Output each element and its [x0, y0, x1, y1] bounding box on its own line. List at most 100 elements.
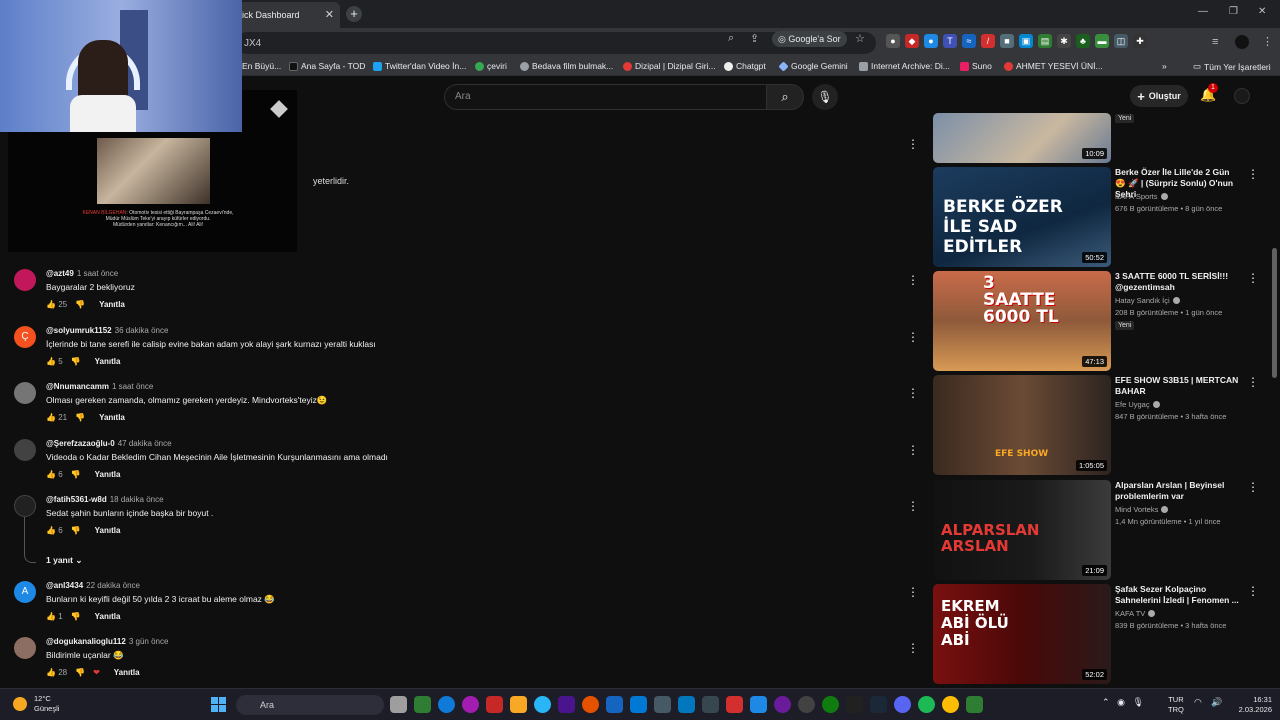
recommended-video[interactable]: EKREM ABİ ÖLÜ ABİ 52:02 Şafak Sezer Kolp… [933, 584, 1263, 684]
weather-widget[interactable]: 12°C Güneşli [34, 694, 59, 714]
video-menu-icon[interactable]: ⋮ [1247, 271, 1259, 285]
extension-icon[interactable]: ▣ [1019, 34, 1033, 48]
video-thumbnail[interactable]: EKREM ABİ ÖLÜ ABİ 52:02 [933, 584, 1111, 684]
comment-menu-icon[interactable]: ⋮ [907, 443, 919, 457]
app-icon[interactable] [750, 696, 767, 713]
extension-icon[interactable]: / [981, 34, 995, 48]
reply-button[interactable]: Yanıtla [95, 357, 121, 366]
comment-avatar[interactable] [14, 439, 36, 461]
comment-time[interactable]: 18 dakika önce [110, 495, 164, 504]
comment-time[interactable]: 1 saat önce [77, 269, 118, 278]
taskbar-search-input[interactable]: Ara [236, 695, 384, 715]
dislike-icon[interactable]: 👎 [71, 612, 81, 621]
recommended-video[interactable]: 3 SAATTE 6000 TL 47:13 3 SAATTE 6000 TL … [933, 271, 1263, 371]
new-tab-button[interactable]: + [346, 6, 362, 22]
dislike-icon[interactable]: 👎 [75, 300, 85, 309]
recommended-video[interactable]: 10:09 Yeni [933, 63, 1263, 163]
extension-icon[interactable]: ≈ [962, 34, 976, 48]
video-title[interactable]: EFE SHOW S3B15 | MERTCAN BAHAR [1115, 375, 1239, 397]
dislike-icon[interactable]: 👎 [71, 357, 81, 366]
like-icon[interactable]: 👍 [46, 300, 56, 309]
taskbar-clock[interactable]: 16:31 2.03.2026 [1232, 695, 1272, 715]
channel-name[interactable]: KAFA TV [1115, 609, 1156, 618]
dislike-icon[interactable]: 👎 [71, 526, 81, 535]
video-menu-icon[interactable]: ⋮ [1247, 167, 1259, 181]
comment-menu-icon[interactable]: ⋮ [907, 499, 919, 513]
channel-name[interactable]: Mind Vorteks [1115, 505, 1169, 514]
comment-menu-icon[interactable]: ⋮ [907, 330, 919, 344]
discord-icon[interactable] [894, 696, 911, 713]
extension-icon[interactable]: ● [886, 34, 900, 48]
wifi-icon[interactable]: ◠ [1194, 697, 1202, 708]
comment-menu-icon[interactable]: ⋮ [907, 273, 919, 287]
input-language[interactable]: TUR TRQ [1168, 695, 1184, 715]
comment-time[interactable]: 22 dakika önce [86, 581, 140, 590]
browser-menu-icon[interactable]: ⋮ [1262, 35, 1273, 48]
extension-icon[interactable]: ▬ [1095, 34, 1109, 48]
comment-avatar[interactable] [14, 382, 36, 404]
extension-icon[interactable]: ♣ [1076, 34, 1090, 48]
discord-tray-icon[interactable]: ◉ [1117, 697, 1125, 707]
volume-icon[interactable]: 🔊 [1211, 697, 1222, 708]
app-icon[interactable] [966, 696, 983, 713]
video-thumbnail[interactable]: BERKE ÖZER İLE SAD EDİTLER 50:52 [933, 167, 1111, 267]
video-menu-icon[interactable]: ⋮ [1247, 375, 1259, 389]
channel-name[interactable]: Hatay Sandık İçi [1115, 296, 1180, 305]
spotify-icon[interactable] [918, 696, 935, 713]
video-thumbnail[interactable]: 10:09 [933, 113, 1111, 163]
video-menu-icon[interactable]: ⋮ [1247, 584, 1259, 598]
extension-icon[interactable]: ◫ [1114, 34, 1128, 48]
puzzle-extensions-icon[interactable]: ✚ [1133, 34, 1147, 48]
comment-author[interactable]: @Nnumancamm [46, 382, 109, 391]
share-icon[interactable]: ⇪ [750, 32, 759, 45]
close-tab-icon[interactable]: ✕ [325, 8, 334, 21]
outlook-icon[interactable] [630, 696, 647, 713]
app-icon[interactable] [606, 696, 623, 713]
reply-button[interactable]: Yanıtla [95, 526, 121, 535]
bookmark-item[interactable]: Ana Sayfa - TOD [289, 61, 365, 71]
translate-extension-icon[interactable]: T [943, 34, 957, 48]
video-title[interactable]: 3 SAATTE 6000 TL SERİSİ!!! @gezentimsah [1115, 271, 1239, 293]
app-icon[interactable] [558, 696, 575, 713]
comment-author[interactable]: @azt49 [46, 269, 74, 278]
search-input[interactable]: Ara [444, 84, 766, 110]
comment-time[interactable]: 1 saat önce [112, 382, 153, 391]
epic-games-icon[interactable] [846, 696, 863, 713]
comment-avatar[interactable]: Ç [14, 326, 36, 348]
bookmark-item[interactable]: Twitter'dan Video İn... [373, 61, 466, 71]
like-icon[interactable]: 👍 [46, 413, 56, 422]
voice-search-button[interactable]: 🎙 [812, 84, 838, 110]
comment-menu-icon[interactable]: ⋮ [907, 585, 919, 599]
like-icon[interactable]: 👍 [46, 612, 56, 621]
comment-time[interactable]: 36 dakika önce [115, 326, 169, 335]
more-options-icon[interactable]: ⋮ [907, 137, 919, 151]
dislike-icon[interactable]: 👎 [75, 413, 85, 422]
comment-avatar[interactable]: A [14, 581, 36, 603]
task-view-icon[interactable] [390, 696, 407, 713]
reply-button[interactable]: Yanıtla [99, 413, 125, 422]
like-icon[interactable]: 👍 [46, 357, 56, 366]
bookmark-item[interactable]: çeviri [475, 61, 507, 71]
page-scrollbar[interactable] [1272, 248, 1277, 378]
recommended-video[interactable]: EFE SHOW 1:05:05 EFE SHOW S3B15 | MERTCA… [933, 375, 1263, 475]
recommended-video[interactable]: BERKE ÖZER İLE SAD EDİTLER 50:52 Berke Ö… [933, 167, 1263, 267]
zoom-icon[interactable]: ⌕ [728, 32, 734, 45]
app-icon[interactable] [726, 696, 743, 713]
video-title[interactable]: Şafak Sezer Kolpaçino Sahnelerini İzledi… [1115, 584, 1239, 606]
reply-button[interactable]: Yanıtla [99, 300, 125, 309]
recommended-video[interactable]: ALPARSLAN ARSLAN 21:09 Alparslan Arslan … [933, 480, 1263, 580]
reply-button[interactable]: Yanıtla [95, 470, 121, 479]
comment-menu-icon[interactable]: ⋮ [907, 641, 919, 655]
weather-sun-icon[interactable] [13, 697, 27, 711]
bookmark-item[interactable]: Google Gemini [778, 60, 848, 72]
video-thumbnail[interactable]: ALPARSLAN ARSLAN 21:09 [933, 480, 1111, 580]
comment-author[interactable]: @dogukanalioglu112 [46, 637, 126, 646]
app-icon[interactable] [798, 696, 815, 713]
edge-icon[interactable] [438, 696, 455, 713]
opera-icon[interactable] [462, 696, 479, 713]
maximize-icon[interactable]: ❐ [1229, 6, 1238, 17]
dislike-icon[interactable]: 👎 [71, 470, 81, 479]
bookmark-star-icon[interactable]: ☆ [855, 32, 865, 45]
app-icon[interactable] [774, 696, 791, 713]
comment-avatar[interactable] [14, 637, 36, 659]
